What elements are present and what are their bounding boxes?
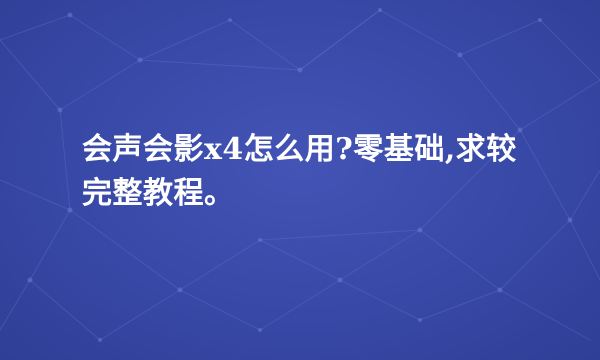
question-title: 会声会影x4怎么用?零基础,求较完整教程。: [82, 132, 517, 211]
question-card: 会声会影x4怎么用?零基础,求较完整教程。: [0, 0, 600, 360]
